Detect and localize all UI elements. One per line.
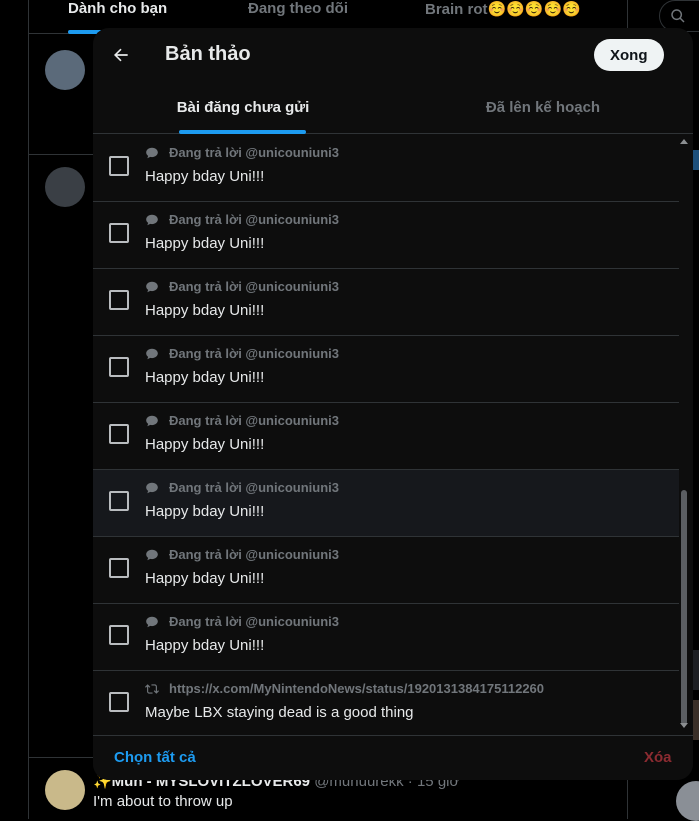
reply-bubble-icon	[145, 146, 159, 160]
draft-checkbox[interactable]	[109, 156, 129, 176]
draft-reply-to: Đang trả lời @unicouniuni3	[169, 346, 339, 361]
page-title: Bản thảo	[165, 43, 251, 65]
draft-item[interactable]: Đang trả lời @unicouniuni3 Happy bday Un…	[93, 470, 679, 537]
avatar[interactable]	[676, 781, 699, 821]
draft-checkbox[interactable]	[109, 290, 129, 310]
draft-item[interactable]: Đang trả lời @unicouniuni3 Happy bday Un…	[93, 202, 679, 269]
reply-bubble-icon	[145, 347, 159, 361]
draft-checkbox[interactable]	[109, 625, 129, 645]
draft-checkbox[interactable]	[109, 424, 129, 444]
draft-context: Đang trả lời @unicouniuni3	[145, 413, 339, 428]
draft-context: Đang trả lời @unicouniuni3	[145, 547, 339, 562]
reply-bubble-icon	[145, 213, 159, 227]
timeline-tab-for-you[interactable]: Dành cho bạn	[68, 0, 167, 17]
tab-label: Bài đăng chưa gửi	[176, 99, 310, 116]
draft-reply-to: Đang trả lời @unicouniuni3	[169, 614, 339, 629]
draft-checkbox[interactable]	[109, 357, 129, 377]
delete-button[interactable]: Xóa	[644, 749, 672, 766]
draft-context: Đang trả lời @unicouniuni3	[145, 614, 339, 629]
draft-item[interactable]: Đang trả lời @unicouniuni3 Happy bday Un…	[93, 269, 679, 336]
draft-checkbox[interactable]	[109, 223, 129, 243]
draft-item[interactable]: Đang trả lời @unicouniuni3 Happy bday Un…	[93, 403, 679, 470]
draft-reply-to: Đang trả lời @unicouniuni3	[169, 279, 339, 294]
tab-scheduled[interactable]: Đã lên kế hoạch	[393, 81, 693, 134]
reply-bubble-icon	[145, 615, 159, 629]
done-button[interactable]: Xong	[594, 39, 664, 71]
search-icon	[671, 9, 685, 23]
drafts-list: Đang trả lời @unicouniuni3 Happy bday Un…	[93, 135, 693, 735]
drafts-modal: Bản thảo Xong Bài đăng chưa gửi Đã lên k…	[93, 28, 693, 780]
draft-reply-to: Đang trả lời @unicouniuni3	[169, 547, 339, 562]
avatar[interactable]	[45, 50, 85, 90]
draft-text: Happy bday Uni!!!	[145, 168, 265, 185]
active-tab-indicator	[179, 130, 306, 134]
repost-icon	[145, 682, 159, 696]
reply-bubble-icon	[145, 548, 159, 562]
draft-reply-to: Đang trả lời @unicouniuni3	[169, 145, 339, 160]
draft-context: Đang trả lời @unicouniuni3	[145, 480, 339, 495]
timeline-tab-brain-rot[interactable]: Brain rot☺️☺️☺️☺️☺️	[425, 0, 581, 18]
draft-text: Happy bday Uni!!!	[145, 302, 265, 319]
drafts-modal-body: Bản thảo Xong Bài đăng chưa gửi Đã lên k…	[93, 28, 693, 780]
modal-header: Bản thảo Xong	[93, 28, 693, 81]
draft-text: Happy bday Uni!!!	[145, 436, 265, 453]
tab-label: Đã lên kế hoạch	[485, 99, 601, 116]
arrow-left-icon	[114, 48, 128, 62]
draft-context: Đang trả lời @unicouniuni3	[145, 279, 339, 294]
draft-checkbox[interactable]	[109, 692, 129, 712]
draft-text: Happy bday Uni!!!	[145, 503, 265, 520]
reply-bubble-icon	[145, 280, 159, 294]
draft-context: https://x.com/MyNintendoNews/status/1920…	[145, 681, 544, 696]
back-button[interactable]	[105, 39, 137, 71]
timeline-tab-following[interactable]: Đang theo dõi	[248, 0, 348, 17]
draft-reply-to: Đang trả lời @unicouniuni3	[169, 212, 339, 227]
draft-text: Happy bday Uni!!!	[145, 235, 265, 252]
draft-quote-link: https://x.com/MyNintendoNews/status/1920…	[169, 681, 545, 696]
draft-context: Đang trả lời @unicouniuni3	[145, 346, 339, 361]
tweet-text: I'm about to throw up	[93, 793, 233, 810]
reply-bubble-icon	[145, 481, 159, 495]
draft-text: Happy bday Uni!!!	[145, 369, 265, 386]
tab-unsent-posts[interactable]: Bài đăng chưa gửi	[93, 81, 393, 134]
scrollbar[interactable]	[679, 135, 689, 735]
draft-item[interactable]: Đang trả lời @unicouniuni3 Happy bday Un…	[93, 604, 679, 671]
scroll-up-arrow-icon[interactable]	[680, 139, 688, 144]
draft-item[interactable]: https://x.com/MyNintendoNews/status/1920…	[93, 671, 679, 735]
drafts-tabs: Bài đăng chưa gửi Đã lên kế hoạch	[93, 81, 693, 134]
draft-reply-to: Đang trả lời @unicouniuni3	[169, 413, 339, 428]
reply-bubble-icon	[145, 414, 159, 428]
draft-text: Maybe LBX staying dead is a good thing	[145, 704, 414, 721]
draft-text: Happy bday Uni!!!	[145, 570, 265, 587]
modal-footer: Chọn tất cả Xóa	[93, 735, 693, 780]
select-all-button[interactable]: Chọn tất cả	[114, 749, 196, 766]
scroll-down-arrow-icon[interactable]	[680, 723, 688, 728]
avatar[interactable]	[45, 167, 85, 207]
draft-checkbox[interactable]	[109, 491, 129, 511]
draft-item[interactable]: Đang trả lời @unicouniuni3 Happy bday Un…	[93, 537, 679, 604]
draft-context: Đang trả lời @unicouniuni3	[145, 145, 339, 160]
draft-context: Đang trả lời @unicouniuni3	[145, 212, 339, 227]
draft-checkbox[interactable]	[109, 558, 129, 578]
draft-item[interactable]: Đang trả lời @unicouniuni3 Happy bday Un…	[93, 135, 679, 202]
avatar[interactable]	[45, 770, 85, 810]
draft-text: Happy bday Uni!!!	[145, 637, 265, 654]
draft-item[interactable]: Đang trả lời @unicouniuni3 Happy bday Un…	[93, 336, 679, 403]
draft-reply-to: Đang trả lời @unicouniuni3	[169, 480, 339, 495]
scrollbar-thumb[interactable]	[681, 490, 687, 725]
